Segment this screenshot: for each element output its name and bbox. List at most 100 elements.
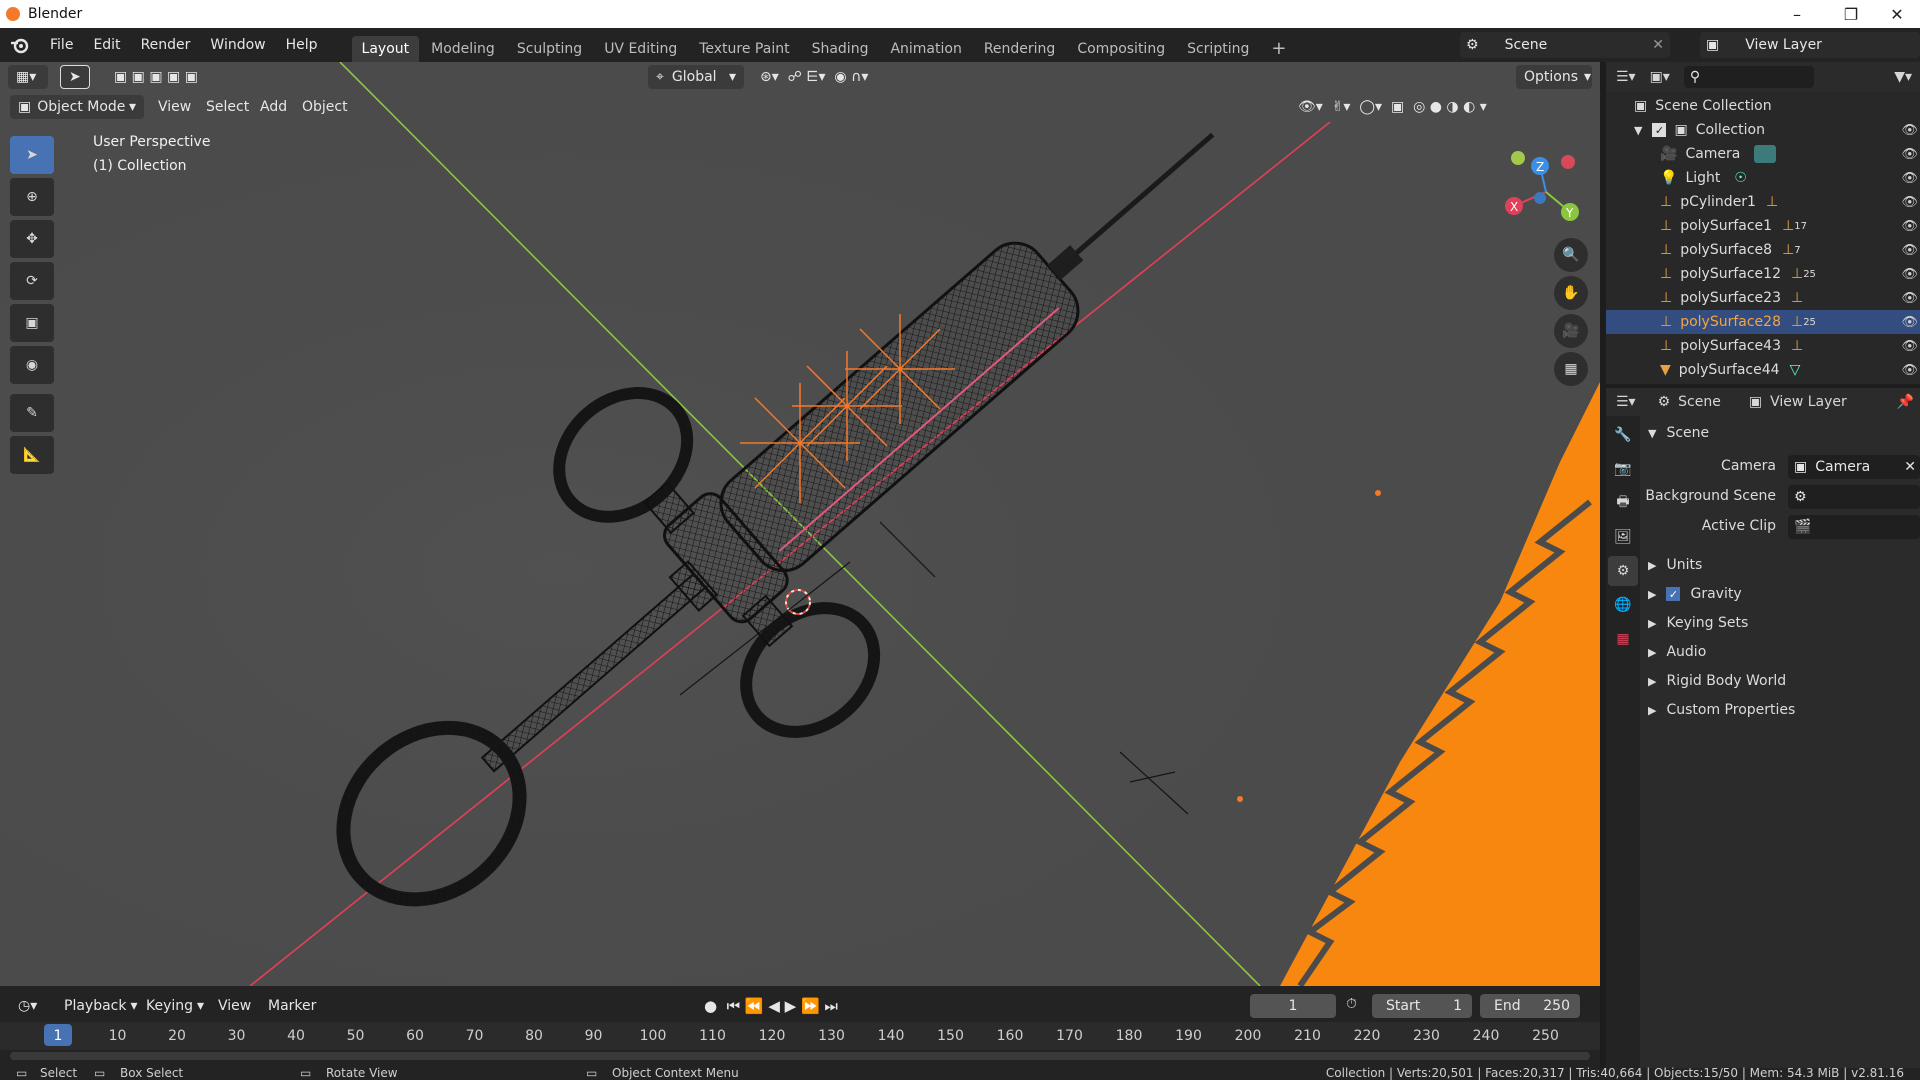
current-frame-field[interactable]: 1: [1250, 994, 1336, 1018]
scene-selector[interactable]: ⚙ Scene ✕: [1460, 32, 1670, 58]
outliner-item-polysurface23[interactable]: ⊥ polySurface23 ⊥ 👁: [1606, 286, 1920, 310]
outliner-item-polysurface28[interactable]: ⊥ polySurface28 ⊥ 25 👁: [1606, 310, 1920, 334]
menu-edit[interactable]: Edit: [83, 28, 130, 62]
render-tab-icon[interactable]: 📷: [1608, 454, 1638, 484]
eye-icon[interactable]: 👁: [1901, 123, 1918, 138]
tab-layout[interactable]: Layout: [351, 36, 420, 62]
outliner-scene-collection[interactable]: ▣ Scene Collection: [1606, 94, 1920, 118]
outliner-item-pcylinder1[interactable]: ⊥ pCylinder1 ⊥ 👁: [1606, 190, 1920, 214]
outliner-item-light[interactable]: 💡 Light ☉ 👁: [1606, 166, 1920, 190]
blender-menu-icon[interactable]: [0, 36, 40, 54]
outliner-item-polysurface43[interactable]: ⊥ polySurface43 ⊥ 👁: [1606, 334, 1920, 358]
options-dropdown[interactable]: Options ▾: [1516, 65, 1592, 89]
navigation-gizmo[interactable]: Z X Y: [1490, 146, 1600, 236]
editor-type-icon[interactable]: ☰▾: [1616, 394, 1636, 410]
scene-panel-header[interactable]: ▼ Scene: [1640, 420, 1920, 446]
world-tab-icon[interactable]: 🌐: [1608, 590, 1638, 620]
outliner-item-polysurface8[interactable]: ⊥ polySurface8 ⊥ 7 👁: [1606, 238, 1920, 262]
eye-icon[interactable]: 👁: [1901, 291, 1918, 306]
add-workspace-button[interactable]: +: [1261, 36, 1296, 62]
scale-tool-icon[interactable]: ▣: [10, 304, 54, 342]
units-panel[interactable]: ▶ Units: [1640, 552, 1920, 578]
outliner-item-collection[interactable]: ▼ ✓ ▣ Collection 👁: [1606, 118, 1920, 142]
menu-playback[interactable]: Playback ▾: [56, 994, 146, 1018]
menu-render[interactable]: Render: [131, 28, 201, 62]
pan-hand-icon[interactable]: ✋: [1554, 276, 1588, 310]
tab-rendering[interactable]: Rendering: [974, 36, 1066, 62]
outliner-type-icon[interactable]: ☰▾: [1616, 69, 1636, 85]
camera-field[interactable]: ▣ Camera ✕: [1788, 455, 1920, 479]
annotate-tool-icon[interactable]: ✎: [10, 394, 54, 432]
eye-icon[interactable]: 👁: [1901, 339, 1918, 354]
transform-tool-icon[interactable]: ◉: [10, 346, 54, 384]
eye-icon[interactable]: 👁: [1901, 243, 1918, 258]
active-clip-field[interactable]: 🎬: [1788, 515, 1920, 539]
playback-controls[interactable]: ● ⏮ ⏪ ◀ ▶ ⏩ ⏭: [696, 994, 876, 1018]
move-tool-icon[interactable]: ✥: [10, 220, 54, 258]
select-box-tool-icon[interactable]: ➤: [10, 136, 54, 174]
tab-texture-paint[interactable]: Texture Paint: [689, 36, 799, 62]
tab-modeling[interactable]: Modeling: [421, 36, 505, 62]
menu-window[interactable]: Window: [200, 28, 275, 62]
filter-icon[interactable]: ▼▾: [1894, 69, 1912, 85]
menu-help[interactable]: Help: [276, 28, 328, 62]
menu-add[interactable]: Add: [252, 95, 295, 119]
eye-icon[interactable]: 👁: [1901, 363, 1918, 378]
tab-compositing[interactable]: Compositing: [1067, 36, 1175, 62]
audio-panel[interactable]: ▶ Audio: [1640, 639, 1920, 665]
view-layer-selector[interactable]: ▣ View Layer: [1700, 32, 1920, 58]
menu-select[interactable]: Select: [198, 95, 257, 119]
menu-keying[interactable]: Keying ▾: [138, 994, 212, 1018]
cursor-tool-icon[interactable]: ⊕: [10, 178, 54, 216]
menu-object[interactable]: Object: [294, 95, 356, 119]
pin-icon[interactable]: 📌: [1897, 394, 1914, 410]
zoom-icon[interactable]: 🔍: [1554, 238, 1588, 272]
eye-icon[interactable]: 👁: [1901, 267, 1918, 282]
eye-icon[interactable]: 👁: [1901, 315, 1918, 330]
start-frame-field[interactable]: Start 1: [1372, 994, 1472, 1018]
display-mode-icon[interactable]: ▣▾: [1650, 69, 1670, 85]
eye-icon[interactable]: 👁: [1901, 219, 1918, 234]
tool-tab-icon[interactable]: 🔧: [1608, 420, 1638, 450]
minimize-button[interactable]: –: [1774, 0, 1820, 28]
outliner-item-polysurface1[interactable]: ⊥ polySurface1 ⊥ 17 👁: [1606, 214, 1920, 238]
rotate-tool-icon[interactable]: ⟳: [10, 262, 54, 300]
close-icon[interactable]: ✕: [1904, 459, 1916, 475]
eye-icon[interactable]: 👁: [1901, 195, 1918, 210]
timeline-scrollbar[interactable]: [10, 1052, 1590, 1060]
end-frame-field[interactable]: End 250: [1480, 994, 1580, 1018]
keying-sets-panel[interactable]: ▶ Keying Sets: [1640, 610, 1920, 636]
tab-animation[interactable]: Animation: [880, 36, 971, 62]
close-window-button[interactable]: ✕: [1874, 0, 1920, 28]
disclosure-triangle-icon[interactable]: ▼: [1634, 124, 1642, 137]
menu-view[interactable]: View: [150, 95, 199, 119]
menu-timeline-view[interactable]: View: [210, 994, 259, 1018]
background-scene-field[interactable]: ⚙: [1788, 485, 1920, 509]
tab-sculpting[interactable]: Sculpting: [507, 36, 592, 62]
mode-dropdown[interactable]: ▣ Object Mode ▾: [10, 95, 144, 119]
rigid-body-world-panel[interactable]: ▶ Rigid Body World: [1640, 668, 1920, 694]
texture-tab-icon[interactable]: ▦: [1608, 624, 1638, 654]
editor-type-button[interactable]: ▦▾: [8, 65, 48, 89]
eye-icon[interactable]: 👁: [1901, 147, 1918, 162]
menu-file[interactable]: File: [40, 28, 83, 62]
tab-scripting[interactable]: Scripting: [1177, 36, 1259, 62]
view-layer-tab-icon[interactable]: 🖼: [1608, 522, 1638, 552]
3d-viewport[interactable]: ▦▾ ➤ ▣ ▣ ▣ ▣ ▣ ⌖ Global ▾ ⊛▾ ☍ ⋿▾ ◉ ∩▾ O…: [0, 62, 1600, 986]
checkbox-icon[interactable]: ✓: [1652, 123, 1667, 137]
custom-properties-panel[interactable]: ▶ Custom Properties: [1640, 697, 1920, 723]
camera-view-icon[interactable]: 🎥: [1554, 314, 1588, 348]
tab-uv-editing[interactable]: UV Editing: [594, 36, 687, 62]
gravity-panel[interactable]: ▶ ✓ Gravity: [1640, 581, 1920, 607]
timeline-editor-type-button[interactable]: ◷▾: [10, 994, 45, 1018]
maximize-button[interactable]: ❐: [1828, 0, 1874, 28]
stopwatch-icon[interactable]: ⏱: [1346, 996, 1357, 1012]
scene-tab-icon[interactable]: ⚙: [1608, 556, 1638, 586]
measure-tool-icon[interactable]: 📐: [10, 436, 54, 474]
menu-marker[interactable]: Marker: [260, 994, 324, 1018]
gravity-checkbox[interactable]: ✓: [1666, 587, 1681, 601]
eye-icon[interactable]: 👁: [1901, 171, 1918, 186]
outliner-item-camera[interactable]: 🎥 Camera 👁: [1606, 142, 1920, 166]
transform-orientation-dropdown[interactable]: ⌖ Global ▾: [648, 65, 744, 89]
tab-shading[interactable]: Shading: [802, 36, 879, 62]
